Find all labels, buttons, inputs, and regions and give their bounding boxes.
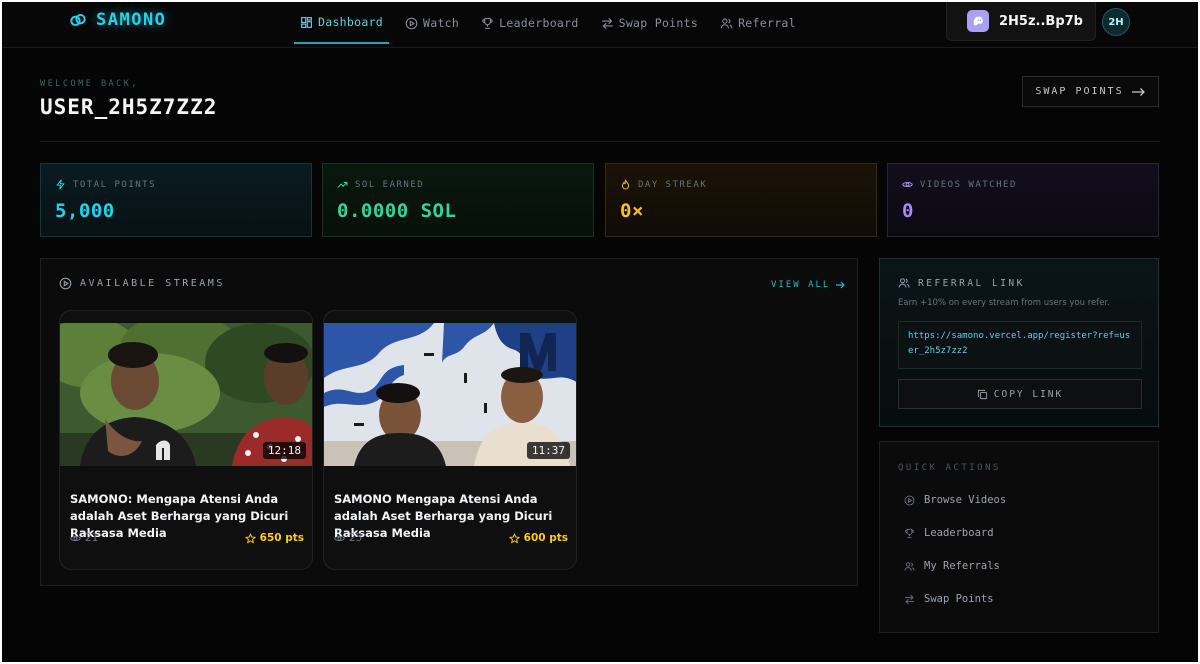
nav-referral-label: Referral	[738, 16, 796, 30]
video-card[interactable]: 11:37 SAMONO Mengapa Atensi Anda adalah …	[323, 310, 577, 570]
swap-points-button-label: SWAP POINTS	[1035, 86, 1124, 97]
arrow-right-icon	[1131, 87, 1145, 96]
referral-panel: REFERRAL LINK Earn +10% on every stream …	[879, 258, 1159, 427]
nav-swap-label: Swap Points	[618, 16, 699, 30]
arrow-right-icon	[836, 281, 846, 289]
quick-action-leaderboard[interactable]: Leaderboard	[904, 527, 994, 539]
divider	[40, 141, 1160, 142]
avatar[interactable]: 2H	[1102, 8, 1130, 36]
quick-action-browse-videos[interactable]: Browse Videos	[904, 494, 1006, 506]
swap-icon	[601, 17, 613, 29]
users-icon	[904, 561, 915, 571]
stat-card-videos-watched: VIDEOS WATCHED 0	[887, 163, 1159, 237]
trophy-icon	[482, 17, 493, 29]
nav-dashboard-label: Dashboard	[318, 15, 384, 29]
top-navbar: SAMONO Dashboard Watch Leaderboard Swap …	[2, 2, 1198, 48]
points-value: 650 pts	[259, 532, 304, 544]
copy-link-button[interactable]: COPY LINK	[898, 379, 1142, 409]
referral-description: Earn +10% on every stream from users you…	[898, 298, 1110, 308]
nav-dashboard[interactable]: Dashboard	[294, 2, 390, 44]
view-all-label: VIEW ALL	[771, 280, 831, 290]
play-icon	[904, 495, 915, 505]
play-circle-icon	[59, 277, 72, 290]
app-logo[interactable]: SAMONO	[68, 10, 166, 30]
eye-icon	[334, 535, 345, 541]
quick-action-label: Swap Points	[924, 593, 994, 605]
quick-actions-panel: QUICK ACTIONS Browse Videos Leaderboard …	[879, 441, 1159, 633]
stat-label: VIDEOS WATCHED	[920, 179, 1017, 190]
wallet-button[interactable]: 2H5z..Bp7b	[946, 2, 1096, 41]
trending-up-icon	[337, 181, 348, 188]
stat-value: 0×	[620, 200, 644, 222]
streams-title-label: AVAILABLE STREAMS	[80, 278, 225, 289]
swap-icon	[904, 594, 915, 604]
page-title: USER_2H5Z7ZZ2	[40, 95, 218, 119]
video-card[interactable]: 12:18 SAMONO: Mengapa Atensi Anda adalah…	[59, 310, 313, 570]
quick-actions-title: QUICK ACTIONS	[898, 463, 1001, 473]
app-window: SAMONO Dashboard Watch Leaderboard Swap …	[2, 2, 1198, 662]
users-icon	[720, 17, 733, 28]
copy-link-label: COPY LINK	[993, 388, 1064, 400]
nav-referral[interactable]: Referral	[714, 2, 802, 44]
video-thumbnail[interactable]: 11:37	[324, 323, 576, 466]
nav-leaderboard-label: Leaderboard	[499, 16, 579, 30]
eye-icon	[902, 181, 913, 188]
dashboard-icon	[301, 16, 312, 28]
stat-label: SOL EARNED	[355, 179, 425, 190]
nav-watch-label: Watch	[423, 16, 460, 30]
stat-value: 0.0000 SOL	[337, 200, 457, 222]
quick-action-my-referrals[interactable]: My Referrals	[904, 560, 1000, 572]
video-meta: 21 650 pts	[70, 532, 304, 544]
copy-icon	[977, 389, 987, 399]
video-points: 650 pts	[244, 532, 304, 544]
quick-action-label: Browse Videos	[924, 494, 1007, 506]
users-icon	[898, 278, 910, 288]
video-meta: 25 600 pts	[334, 532, 568, 544]
stat-label: TOTAL POINTS	[73, 179, 157, 190]
view-all-link[interactable]: VIEW ALL	[771, 280, 846, 290]
quick-action-label: My Referrals	[924, 560, 1000, 572]
video-points: 600 pts	[508, 532, 568, 544]
play-icon	[405, 17, 418, 29]
nav-watch[interactable]: Watch	[399, 2, 465, 44]
nav-leaderboard[interactable]: Leaderboard	[475, 2, 584, 44]
stat-card-day-streak: DAY STREAK 0×	[605, 163, 877, 237]
wallet-address: 2H5z..Bp7b	[999, 13, 1083, 29]
phantom-wallet-icon	[967, 10, 989, 32]
eye-icon	[70, 535, 81, 541]
video-thumbnail[interactable]: 12:18	[60, 323, 312, 466]
stat-card-total-points: TOTAL POINTS 5,000	[40, 163, 312, 237]
video-views: 25	[334, 532, 362, 544]
stat-label: DAY STREAK	[638, 179, 708, 190]
nav-swap-points[interactable]: Swap Points	[595, 2, 704, 44]
referral-link-field[interactable]: https://samono.vercel.app/register?ref=u…	[898, 321, 1142, 369]
stat-card-sol-earned: SOL EARNED 0.0000 SOL	[322, 163, 594, 237]
points-value: 600 pts	[523, 532, 568, 544]
quick-action-label: Leaderboard	[924, 527, 994, 539]
stat-value: 0	[902, 200, 914, 222]
view-count: 21	[85, 532, 99, 544]
star-icon	[244, 533, 256, 543]
referral-title-label: REFERRAL LINK	[918, 277, 1025, 289]
main-nav: Dashboard Watch Leaderboard Swap Points …	[294, 2, 812, 48]
video-duration: 11:37	[526, 442, 570, 459]
welcome-label: WELCOME BACK,	[40, 79, 140, 89]
flame-icon	[621, 179, 630, 190]
streams-title: AVAILABLE STREAMS	[59, 277, 225, 290]
bolt-icon	[56, 179, 65, 190]
available-streams-panel: AVAILABLE STREAMS VIEW ALL 12:18 SAMONO:…	[40, 258, 858, 586]
app-name: SAMONO	[96, 10, 167, 30]
quick-action-swap-points[interactable]: Swap Points	[904, 593, 994, 605]
star-icon	[508, 533, 520, 543]
link-icon	[70, 14, 86, 27]
video-duration: 12:18	[262, 442, 306, 459]
stat-value: 5,000	[55, 200, 115, 222]
video-views: 21	[70, 532, 98, 544]
view-count: 25	[349, 532, 363, 544]
swap-points-button[interactable]: SWAP POINTS	[1022, 76, 1159, 107]
trophy-icon	[905, 528, 914, 538]
referral-title: REFERRAL LINK	[898, 277, 1025, 289]
